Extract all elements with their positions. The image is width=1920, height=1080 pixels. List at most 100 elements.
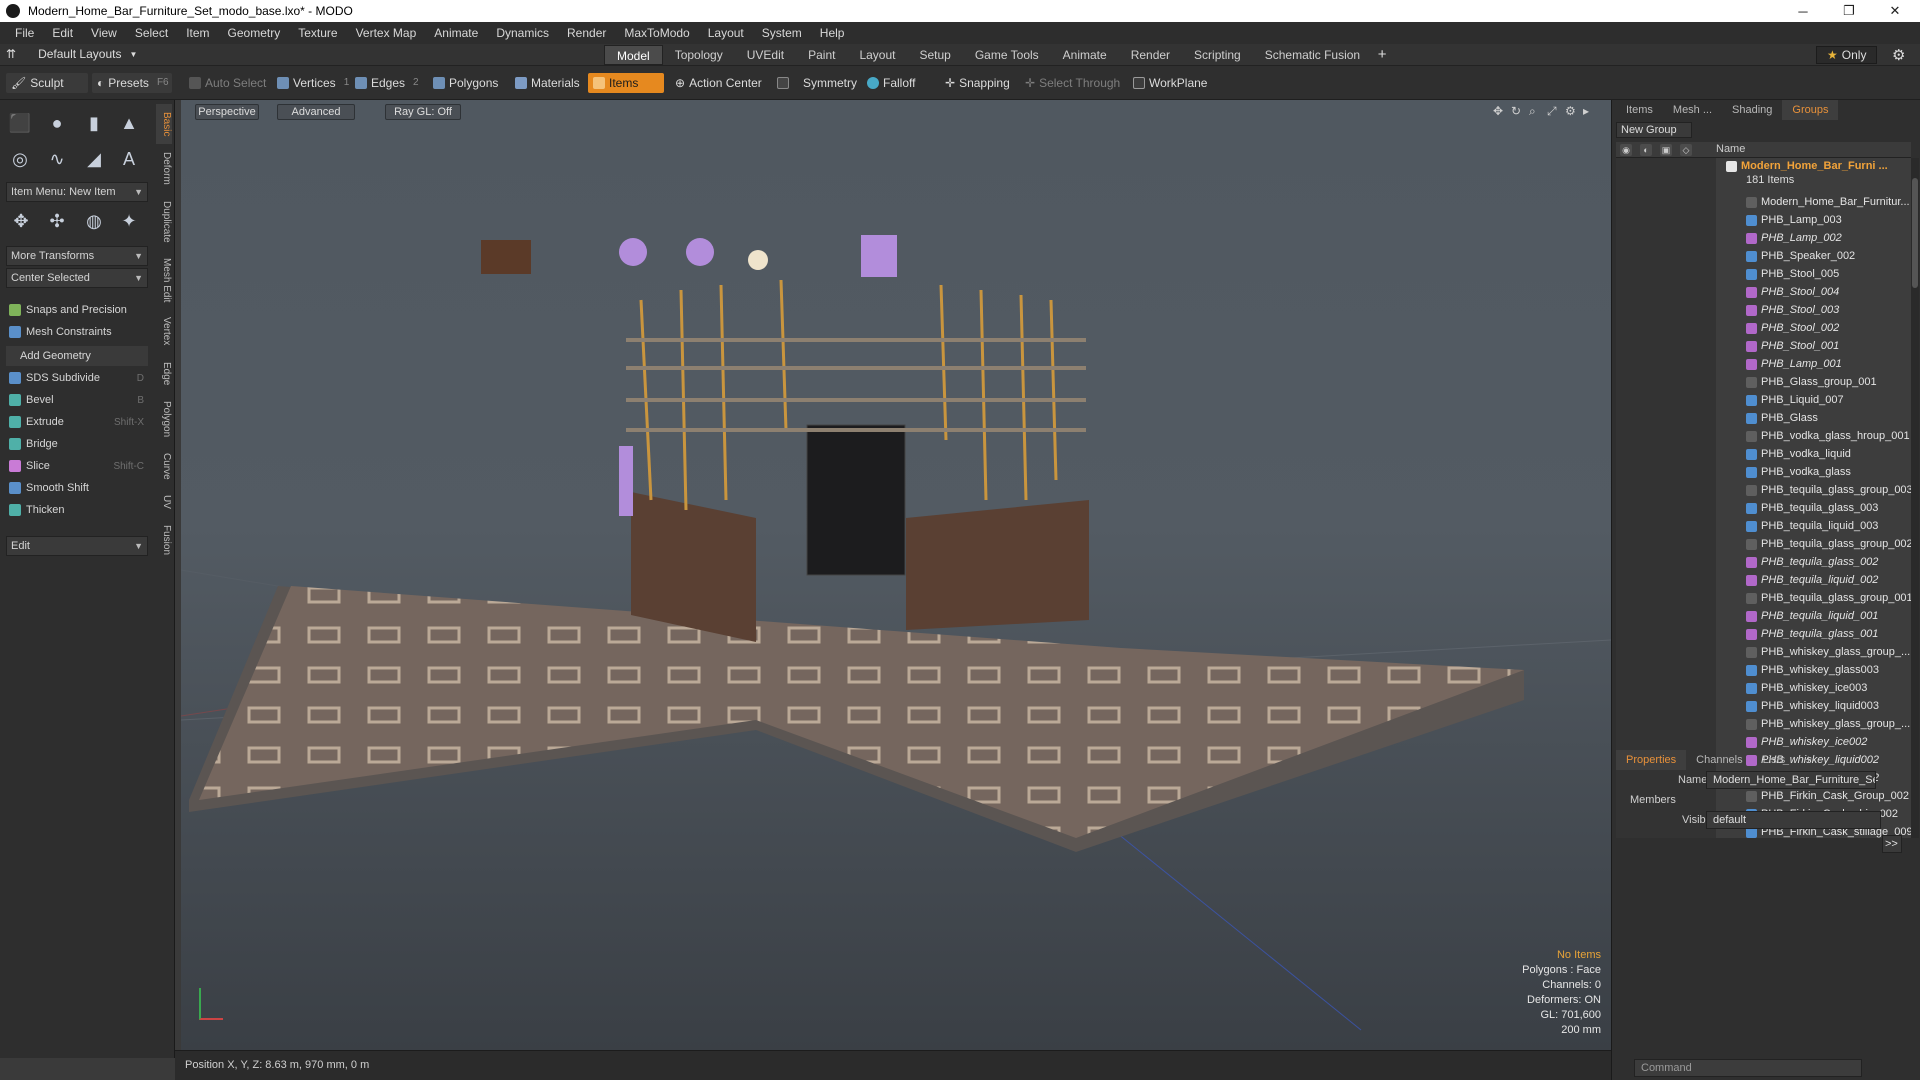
- snaps-precision-button[interactable]: Snaps and Precision: [6, 300, 148, 320]
- scroll-thumb[interactable]: [1912, 178, 1918, 288]
- tree-item-row[interactable]: PHB_whiskey_ice003: [1616, 680, 1911, 698]
- new-group-button[interactable]: New Group: [1616, 122, 1692, 138]
- tab-uvedit[interactable]: UVEdit: [735, 45, 796, 65]
- menu-file[interactable]: File: [6, 26, 43, 40]
- menu-vertex-map[interactable]: Vertex Map: [347, 26, 426, 40]
- menu-geometry[interactable]: Geometry: [219, 26, 290, 40]
- tree-item-row[interactable]: PHB_Lamp_001: [1616, 356, 1911, 374]
- extrude-button[interactable]: Extrude Shift-X: [6, 412, 148, 432]
- thicken-button[interactable]: Thicken: [6, 500, 148, 520]
- tab-groups[interactable]: Groups: [1782, 100, 1839, 120]
- 3d-viewport[interactable]: Perspective Advanced Ray GL: Off ✥ ↻ ⌕ ⤢…: [181, 100, 1611, 1050]
- sds-subdivide-button[interactable]: SDS Subdivide D: [6, 368, 148, 388]
- tree-item-row[interactable]: PHB_whiskey_glass_group_...: [1616, 644, 1911, 662]
- tube-icon[interactable]: ∿: [42, 144, 72, 174]
- cube-icon[interactable]: ⬛: [5, 108, 35, 138]
- tree-item-row[interactable]: PHB_tequila_liquid_001: [1616, 608, 1911, 626]
- more-transforms-dropdown[interactable]: More Transforms ▼: [6, 246, 148, 266]
- viewport-settings-icon[interactable]: ⚙: [1565, 104, 1576, 118]
- tab-shading[interactable]: Shading: [1722, 100, 1782, 120]
- vtab-polygon[interactable]: Polygon: [156, 396, 172, 442]
- vtab-vertex[interactable]: Vertex: [156, 312, 172, 350]
- scale-tool-icon[interactable]: ◍: [79, 206, 109, 236]
- select-icon[interactable]: ◇: [1680, 144, 1692, 156]
- move-tool-icon[interactable]: ✥: [6, 206, 36, 236]
- cone-icon[interactable]: ▲: [114, 108, 144, 138]
- pen-icon[interactable]: ◢: [79, 144, 109, 174]
- tab-paint[interactable]: Paint: [796, 45, 847, 65]
- vtab-fusion[interactable]: Fusion: [156, 520, 172, 560]
- torus-icon[interactable]: ◎: [5, 144, 35, 174]
- tree-scrollbar[interactable]: [1911, 158, 1919, 838]
- tab-lists[interactable]: Lists: [1753, 750, 1796, 770]
- vtab-edge[interactable]: Edge: [156, 358, 172, 390]
- snapping-button[interactable]: ✛ Snapping: [940, 73, 1015, 93]
- vertices-button[interactable]: Vertices 1: [272, 73, 354, 93]
- action-center-button[interactable]: ⊕ Action Center: [670, 73, 767, 93]
- presets-button[interactable]: ◐ Presets F6: [92, 73, 172, 93]
- tree-item-row[interactable]: PHB_tequila_liquid_002: [1616, 572, 1911, 590]
- vtab-deform[interactable]: Deform: [156, 148, 172, 188]
- select-through-button[interactable]: ✛ Select Through: [1020, 73, 1125, 93]
- eye-icon[interactable]: ◉: [1620, 144, 1632, 156]
- polygons-button[interactable]: Polygons: [428, 73, 503, 93]
- bevel-button[interactable]: Bevel B: [6, 390, 148, 410]
- tree-item-row[interactable]: PHB_Lamp_002: [1616, 230, 1911, 248]
- command-input[interactable]: Command: [1634, 1059, 1862, 1077]
- vtab-basic[interactable]: Basic: [156, 104, 172, 144]
- tab-topology[interactable]: Topology: [663, 45, 735, 65]
- render-icon[interactable]: ◐: [1640, 144, 1652, 156]
- workplane-button[interactable]: WorkPlane: [1128, 73, 1212, 93]
- minimize-button[interactable]: ─: [1780, 0, 1826, 22]
- tab-model[interactable]: Model: [604, 45, 663, 65]
- tree-item-row[interactable]: PHB_Liquid_007: [1616, 392, 1911, 410]
- visible-dropdown[interactable]: default: [1706, 811, 1881, 829]
- text-tool-icon[interactable]: A: [114, 144, 144, 174]
- tab-scripting[interactable]: Scripting: [1182, 45, 1253, 65]
- tab-animate[interactable]: Animate: [1051, 45, 1119, 65]
- tree-item-row[interactable]: PHB_whiskey_glass_group_...: [1616, 716, 1911, 734]
- tree-item-row[interactable]: PHB_Speaker_002: [1616, 248, 1911, 266]
- gear-icon[interactable]: ⚙: [1892, 46, 1905, 64]
- tree-item-row[interactable]: PHB_tequila_glass_001: [1616, 626, 1911, 644]
- mesh-constraints-button[interactable]: Mesh Constraints: [6, 322, 148, 342]
- menu-dynamics[interactable]: Dynamics: [487, 26, 558, 40]
- tree-item-row[interactable]: PHB_tequila_glass_group_001: [1616, 590, 1911, 608]
- menu-render[interactable]: Render: [558, 26, 615, 40]
- expand-button[interactable]: >>: [1882, 835, 1902, 853]
- pan-icon[interactable]: ✥: [1493, 104, 1503, 118]
- items-button[interactable]: Items: [588, 73, 664, 93]
- tree-item-row[interactable]: PHB_vodka_liquid: [1616, 446, 1911, 464]
- bridge-button[interactable]: Bridge: [6, 434, 148, 454]
- tree-item-row[interactable]: Modern_Home_Bar_Furnitur...: [1616, 194, 1911, 212]
- tab-properties[interactable]: Properties: [1616, 750, 1687, 770]
- add-properties-tab[interactable]: +: [1795, 750, 1821, 770]
- menu-item[interactable]: Item: [177, 26, 218, 40]
- tree-item-row[interactable]: PHB_tequila_glass_group_002: [1616, 536, 1911, 554]
- tree-item-row[interactable]: PHB_Glass: [1616, 410, 1911, 428]
- tree-item-row[interactable]: PHB_tequila_glass_group_003: [1616, 482, 1911, 500]
- slice-button[interactable]: Slice Shift-C: [6, 456, 148, 476]
- tree-item-row[interactable]: PHB_Stool_001: [1616, 338, 1911, 356]
- falloff-button[interactable]: Falloff: [862, 73, 920, 93]
- menu-layout[interactable]: Layout: [699, 26, 753, 40]
- cylinder-icon[interactable]: ▮: [79, 108, 109, 138]
- menu-texture[interactable]: Texture: [289, 26, 346, 40]
- name-field[interactable]: Modern_Home_Bar_Furniture_Se: [1706, 771, 1876, 789]
- materials-button[interactable]: Materials: [510, 73, 585, 93]
- fit-icon[interactable]: ⤢: [1547, 104, 1557, 119]
- shading-mode-button[interactable]: Advanced: [277, 104, 355, 120]
- edges-button[interactable]: Edges 2: [350, 73, 424, 93]
- maximize-button[interactable]: ❐: [1826, 0, 1872, 22]
- add-tab-button[interactable]: +: [1372, 45, 1392, 65]
- tab-mesh[interactable]: Mesh ...: [1663, 100, 1722, 120]
- sphere-icon[interactable]: ●: [42, 108, 72, 138]
- tree-item-row[interactable]: PHB_Glass_group_001: [1616, 374, 1911, 392]
- tree-item-row[interactable]: PHB_Lamp_003: [1616, 212, 1911, 230]
- menu-edit[interactable]: Edit: [43, 26, 82, 40]
- lock-icon[interactable]: ▣: [1660, 144, 1672, 156]
- item-menu-dropdown[interactable]: Item Menu: New Item ▼: [6, 182, 148, 202]
- symmetry-button[interactable]: Symmetry: [772, 73, 862, 93]
- layout-selector[interactable]: ⇈ Default Layouts ▼: [6, 47, 137, 61]
- tree-item-row[interactable]: PHB_whiskey_liquid003: [1616, 698, 1911, 716]
